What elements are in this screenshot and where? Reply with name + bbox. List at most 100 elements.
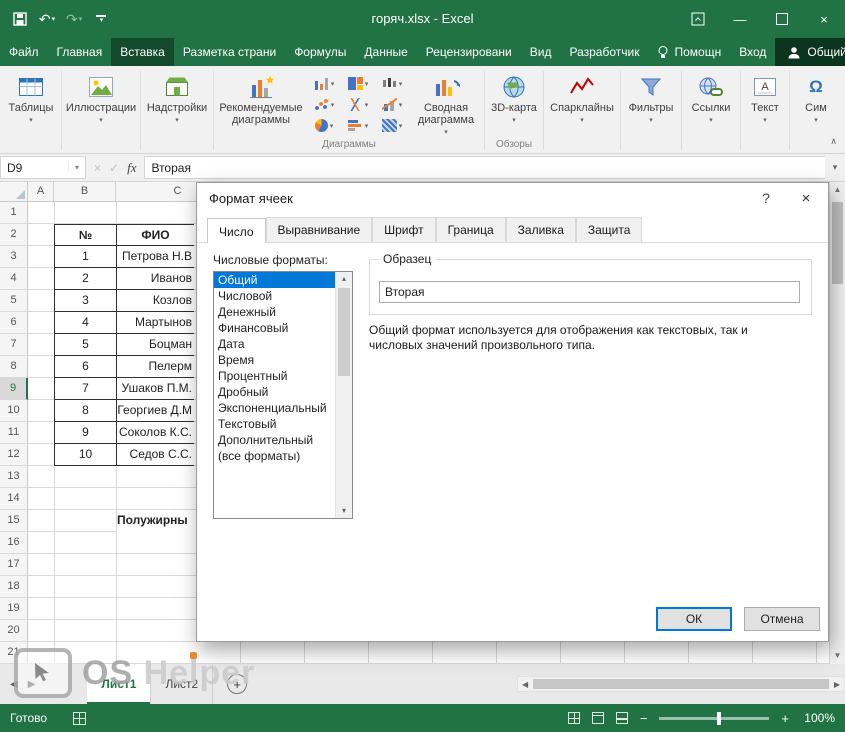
sparklines-button[interactable]: Спарклайны ▾	[545, 68, 619, 153]
format-item[interactable]: Общий	[214, 272, 336, 288]
zoom-out-icon[interactable]: −	[640, 711, 648, 726]
row-header-11[interactable]: 11	[0, 422, 28, 444]
dialog-help-button[interactable]: ?	[748, 190, 784, 206]
row-header-9[interactable]: 9	[0, 378, 28, 400]
row-header-6[interactable]: 6	[0, 312, 28, 334]
pie-chart-button[interactable]: ▾	[307, 115, 341, 136]
hierarchy-chart-button[interactable]: ▾	[341, 73, 375, 94]
sign-in-button[interactable]: Вход	[730, 38, 775, 66]
scatter-chart-button[interactable]: ▾	[307, 94, 341, 115]
ribbon-tab-вставка[interactable]: Вставка	[111, 38, 174, 66]
ribbon-tab-разработчик[interactable]: Разработчик	[560, 38, 648, 66]
ribbon-tab-данные[interactable]: Данные	[355, 38, 416, 66]
column-chart-button[interactable]: ▾	[307, 73, 341, 94]
tell-me-button[interactable]: Помощн	[648, 38, 730, 66]
sheet-tab-лист2[interactable]: Лист2	[151, 664, 213, 704]
ribbon-button-addins[interactable]: Надстройки ▾	[142, 68, 212, 153]
row-header-17[interactable]: 17	[0, 554, 28, 576]
ribbon-tab-формулы[interactable]: Формулы	[285, 38, 355, 66]
table-cell-name[interactable]: Седов С.С.	[117, 444, 194, 466]
minimize-button[interactable]: —	[719, 0, 761, 38]
format-item[interactable]: Дополнительный	[214, 432, 336, 448]
scroll-left-icon[interactable]: ◀	[518, 680, 532, 689]
combo-chart-button[interactable]: ▾	[375, 94, 409, 115]
save-icon[interactable]	[8, 7, 32, 31]
bar-chart-button[interactable]: ▾	[341, 115, 375, 136]
row-header-20[interactable]: 20	[0, 620, 28, 642]
table-cell-name[interactable]: Соколов К.С.	[117, 422, 194, 444]
vertical-scrollbar[interactable]: ▲ ▼	[829, 182, 845, 664]
row-header-18[interactable]: 18	[0, 576, 28, 598]
surface-chart-button[interactable]: ▾	[375, 115, 409, 136]
list-scroll-thumb[interactable]	[338, 288, 350, 376]
table-cell-num[interactable]: 9	[54, 422, 117, 444]
zoom-in-icon[interactable]: +	[781, 711, 789, 726]
format-item[interactable]: Экспоненциальный	[214, 400, 336, 416]
format-item[interactable]: Дата	[214, 336, 336, 352]
format-item[interactable]: Финансовый	[214, 320, 336, 336]
scroll-up-icon[interactable]: ▴	[336, 272, 352, 286]
row-header-13[interactable]: 13	[0, 466, 28, 488]
customize-qat-button[interactable]: ▾	[89, 7, 113, 31]
row-header-8[interactable]: 8	[0, 356, 28, 378]
row-header-16[interactable]: 16	[0, 532, 28, 554]
table-cell-num[interactable]: 8	[54, 400, 117, 422]
dialog-close-button[interactable]: ×	[784, 183, 828, 213]
sheet-tab-лист1[interactable]: Лист1	[87, 664, 151, 704]
select-all-corner[interactable]	[0, 182, 28, 201]
close-button[interactable]: ×	[803, 0, 845, 38]
table-cell-name[interactable]: Ушаков П.М.	[117, 378, 194, 400]
ribbon-tab-разметка страни[interactable]: Разметка страни	[174, 38, 285, 66]
table-cell-num[interactable]: 2	[54, 268, 117, 290]
table-cell-num[interactable]: 6	[54, 356, 117, 378]
pivot-chart-button[interactable]: Сводная диаграмма ▾	[409, 68, 483, 139]
line-chart-button[interactable]: ▾	[341, 94, 375, 115]
column-header-B[interactable]: B	[54, 182, 116, 201]
formula-input[interactable]: Вторая	[144, 156, 825, 179]
collapse-ribbon-button[interactable]: ∧	[830, 136, 837, 147]
waterfall-chart-button[interactable]: ▾	[375, 73, 409, 94]
share-button[interactable]: Общий доступ	[775, 38, 845, 66]
table-header-fio[interactable]: ФИО	[117, 224, 194, 246]
insert-function-icon[interactable]: fx	[127, 160, 136, 176]
scroll-down-icon[interactable]: ▼	[830, 648, 845, 664]
3d-map-button[interactable]: 3D-карта ▾	[486, 68, 542, 139]
format-item[interactable]: Дробный	[214, 384, 336, 400]
row-header-4[interactable]: 4	[0, 268, 28, 290]
row-header-21[interactable]: 21	[0, 642, 28, 664]
vertical-scroll-thumb[interactable]	[832, 202, 843, 284]
table-cell-num[interactable]: 1	[54, 246, 117, 268]
row-header-5[interactable]: 5	[0, 290, 28, 312]
dialog-tab-шрифт[interactable]: Шрифт	[372, 217, 435, 242]
zoom-slider[interactable]	[659, 717, 769, 720]
page-break-view-icon[interactable]	[616, 712, 628, 724]
filters-button[interactable]: Фильтры ▾	[622, 68, 680, 153]
dialog-tab-выравнивание[interactable]: Выравнивание	[266, 217, 373, 242]
table-cell-num[interactable]: 3	[54, 290, 117, 312]
text-button[interactable]: A Текст ▾	[742, 68, 788, 153]
table-cell-name[interactable]: Иванов	[117, 268, 194, 290]
format-item[interactable]: Числовой	[214, 288, 336, 304]
zoom-slider-thumb[interactable]	[717, 712, 721, 725]
ribbon-tab-рецензировани[interactable]: Рецензировани	[417, 38, 521, 66]
format-item[interactable]: Денежный	[214, 304, 336, 320]
links-button[interactable]: Ссылки ▾	[683, 68, 739, 153]
zoom-level[interactable]: 100%	[801, 711, 835, 725]
dialog-tab-граница[interactable]: Граница	[436, 217, 506, 242]
scroll-right-icon[interactable]: ▶	[830, 680, 844, 689]
ribbon-tab-главная[interactable]: Главная	[48, 38, 112, 66]
format-list[interactable]: ОбщийЧисловойДенежныйФинансовыйДатаВремя…	[213, 271, 353, 519]
ribbon-tab-файл[interactable]: Файл	[0, 38, 48, 66]
cancel-button[interactable]: Отмена	[744, 607, 820, 631]
column-header-A[interactable]: A	[28, 182, 54, 201]
format-item[interactable]: Время	[214, 352, 336, 368]
row-header-12[interactable]: 12	[0, 444, 28, 466]
table-cell-name[interactable]: Мартынов	[117, 312, 194, 334]
table-cell-name[interactable]: Пелерм	[117, 356, 194, 378]
table-cell-num[interactable]: 4	[54, 312, 117, 334]
row-header-1[interactable]: 1	[0, 202, 28, 224]
row-header-19[interactable]: 19	[0, 598, 28, 620]
format-item[interactable]: (все форматы)	[214, 448, 336, 464]
table-cell-num[interactable]: 5	[54, 334, 117, 356]
ribbon-display-options-button[interactable]	[677, 0, 719, 38]
